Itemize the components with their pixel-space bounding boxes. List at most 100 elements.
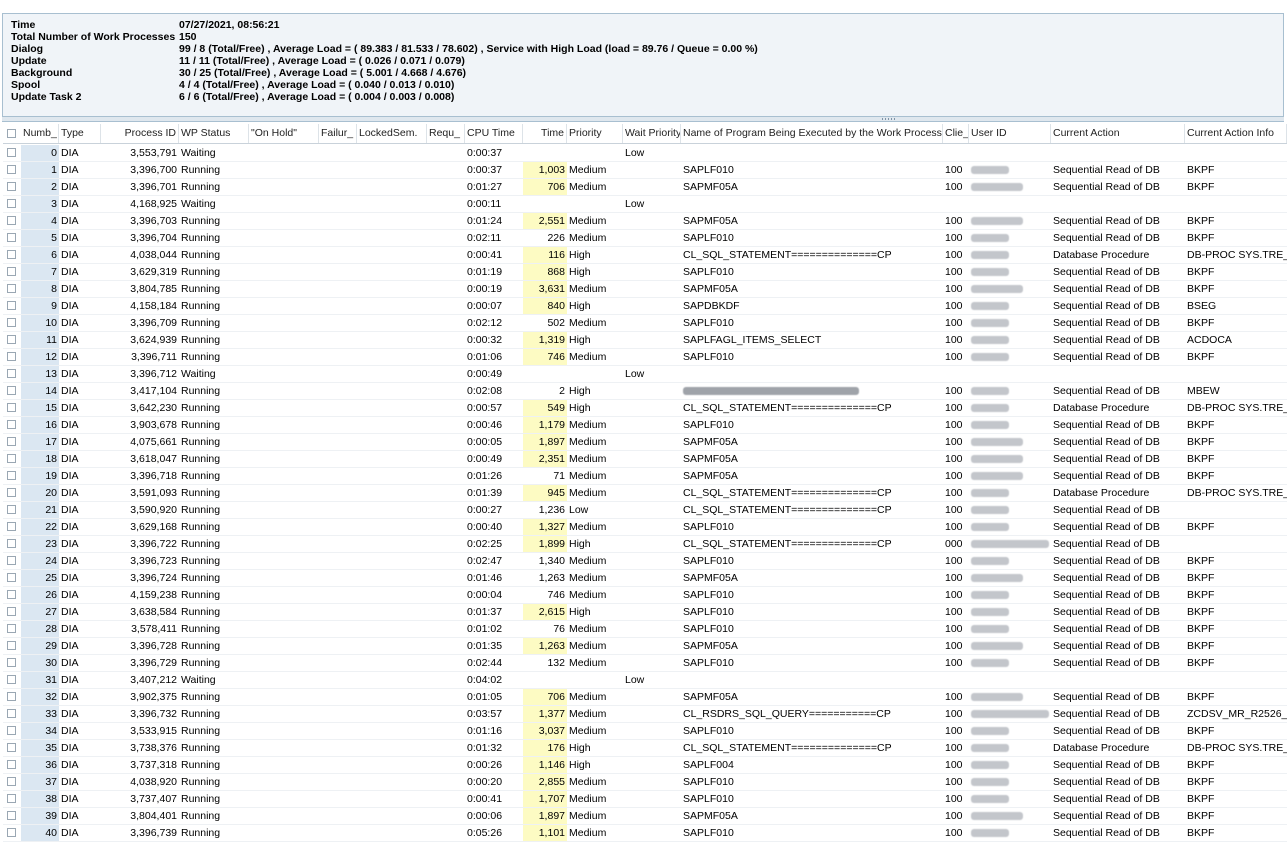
column-header-action[interactable]: Current Action xyxy=(1051,124,1185,143)
row-checkbox[interactable] xyxy=(7,658,16,667)
table-row[interactable]: 27 DIA 3,638,584 Running 0:01:37 2,615 High SAP… xyxy=(3,604,1287,621)
row-checkbox[interactable] xyxy=(7,743,16,752)
table-row[interactable]: 29 DIA 3,396,728 Running 0:01:35 1,263 Medium S… xyxy=(3,638,1287,655)
table-row[interactable]: 30 DIA 3,396,729 Running 0:02:44 132 Medium SAP… xyxy=(3,655,1287,672)
row-checkbox[interactable] xyxy=(7,233,16,242)
table-row[interactable]: 17 DIA 4,075,661 Running 0:00:05 1,897 Medium S… xyxy=(3,434,1287,451)
table-row[interactable]: 34 DIA 3,533,915 Running 0:01:16 3,037 Medium S… xyxy=(3,723,1287,740)
splitter-grip-icon[interactable] xyxy=(882,118,896,120)
column-header-prog[interactable]: Name of Program Being Executed by the Wo… xyxy=(681,124,943,143)
row-checkbox[interactable] xyxy=(7,607,16,616)
row-checkbox[interactable] xyxy=(7,250,16,259)
table-row[interactable]: 15 DIA 3,642,230 Running 0:00:57 549 High CL_SQ… xyxy=(3,400,1287,417)
row-checkbox[interactable] xyxy=(7,777,16,786)
table-row[interactable]: 0 DIA 3,553,791 Waiting 0:00:37 Low xyxy=(3,145,1287,162)
row-checkbox[interactable] xyxy=(7,216,16,225)
row-checkbox[interactable] xyxy=(7,590,16,599)
row-checkbox[interactable] xyxy=(7,352,16,361)
row-checkbox[interactable] xyxy=(7,828,16,837)
table-row[interactable]: 21 DIA 3,590,920 Running 0:00:27 1,236 Low CL_S… xyxy=(3,502,1287,519)
table-row[interactable]: 24 DIA 3,396,723 Running 0:02:47 1,340 Medium S… xyxy=(3,553,1287,570)
table-row[interactable]: 40 DIA 3,396,739 Running 0:05:26 1,101 Medium S… xyxy=(3,825,1287,842)
row-checkbox[interactable] xyxy=(7,420,16,429)
row-checkbox[interactable] xyxy=(7,318,16,327)
column-header-type[interactable]: Type xyxy=(59,124,101,143)
table-row[interactable]: 3 DIA 4,168,925 Waiting 0:00:11 Low xyxy=(3,196,1287,213)
table-row[interactable]: 25 DIA 3,396,724 Running 0:01:46 1,263 Medium S… xyxy=(3,570,1287,587)
row-checkbox[interactable] xyxy=(7,335,16,344)
row-checkbox[interactable] xyxy=(7,148,16,157)
row-checkbox[interactable] xyxy=(7,199,16,208)
panel-splitter[interactable] xyxy=(2,117,1284,122)
row-checkbox[interactable] xyxy=(7,505,16,514)
column-header-status[interactable]: WP Status xyxy=(179,124,249,143)
row-checkbox[interactable] xyxy=(7,641,16,650)
column-header-locked[interactable]: LockedSem. xyxy=(357,124,427,143)
table-row[interactable]: 13 DIA 3,396,712 Waiting 0:00:49 Low xyxy=(3,366,1287,383)
table-row[interactable]: 2 DIA 3,396,701 Running 0:01:27 706 Medium SAPM… xyxy=(3,179,1287,196)
column-header-time[interactable]: Time xyxy=(523,124,567,143)
row-checkbox[interactable] xyxy=(7,556,16,565)
row-checkbox[interactable] xyxy=(7,539,16,548)
column-header-wait[interactable]: Wait Priority xyxy=(623,124,681,143)
table-row[interactable]: 1 DIA 3,396,700 Running 0:00:37 1,003 Medium SA… xyxy=(3,162,1287,179)
row-checkbox[interactable] xyxy=(7,182,16,191)
row-checkbox[interactable] xyxy=(7,369,16,378)
select-all-checkbox[interactable] xyxy=(7,129,16,138)
table-row[interactable]: 19 DIA 3,396,718 Running 0:01:26 71 Medium SAPM… xyxy=(3,468,1287,485)
row-checkbox[interactable] xyxy=(7,522,16,531)
row-checkbox[interactable] xyxy=(7,165,16,174)
table-row[interactable]: 20 DIA 3,591,093 Running 0:01:39 945 Medium CL_… xyxy=(3,485,1287,502)
table-row[interactable]: 33 DIA 3,396,732 Running 0:03:57 1,377 Medium C… xyxy=(3,706,1287,723)
row-checkbox[interactable] xyxy=(7,811,16,820)
row-checkbox[interactable] xyxy=(7,301,16,310)
row-checkbox[interactable] xyxy=(7,692,16,701)
table-row[interactable]: 26 DIA 4,159,238 Running 0:00:04 746 Medium SAP… xyxy=(3,587,1287,604)
table-row[interactable]: 23 DIA 3,396,722 Running 0:02:25 1,899 High CL_… xyxy=(3,536,1287,553)
row-checkbox[interactable] xyxy=(7,403,16,412)
table-row[interactable]: 39 DIA 3,804,401 Running 0:00:06 1,897 Medium S… xyxy=(3,808,1287,825)
row-checkbox[interactable] xyxy=(7,437,16,446)
row-checkbox[interactable] xyxy=(7,675,16,684)
table-row[interactable]: 32 DIA 3,902,375 Running 0:01:05 706 Medium SAP… xyxy=(3,689,1287,706)
table-row[interactable]: 35 DIA 3,738,376 Running 0:01:32 176 High CL_SQ… xyxy=(3,740,1287,757)
table-row[interactable]: 10 DIA 3,396,709 Running 0:02:12 502 Medium SAP… xyxy=(3,315,1287,332)
table-row[interactable]: 4 DIA 3,396,703 Running 0:01:24 2,551 Medium SA… xyxy=(3,213,1287,230)
table-row[interactable]: 31 DIA 3,407,212 Waiting 0:04:02 Low xyxy=(3,672,1287,689)
row-checkbox[interactable] xyxy=(7,284,16,293)
row-checkbox[interactable] xyxy=(7,794,16,803)
row-checkbox[interactable] xyxy=(7,454,16,463)
column-header-hold[interactable]: "On Hold" xyxy=(249,124,319,143)
row-checkbox[interactable] xyxy=(7,573,16,582)
column-header-fail[interactable]: Failur_ xyxy=(319,124,357,143)
table-row[interactable]: 18 DIA 3,618,047 Running 0:00:49 2,351 Medium S… xyxy=(3,451,1287,468)
column-header-user[interactable]: User ID xyxy=(969,124,1051,143)
column-header-prio[interactable]: Priority xyxy=(567,124,623,143)
table-row[interactable]: 14 DIA 3,417,104 Running 0:02:08 2 High 100 Sequ… xyxy=(3,383,1287,400)
table-row[interactable]: 22 DIA 3,629,168 Running 0:00:40 1,327 Medium S… xyxy=(3,519,1287,536)
row-checkbox[interactable] xyxy=(7,760,16,769)
column-header-client[interactable]: Clie_ xyxy=(943,124,969,143)
table-row[interactable]: 37 DIA 4,038,920 Running 0:00:20 2,855 Medium S… xyxy=(3,774,1287,791)
table-row[interactable]: 5 DIA 3,396,704 Running 0:02:11 226 Medium SAPL… xyxy=(3,230,1287,247)
row-checkbox[interactable] xyxy=(7,709,16,718)
column-header-pid[interactable]: Process ID xyxy=(101,124,179,143)
column-header-num[interactable]: Numb_ xyxy=(21,124,59,143)
table-row[interactable]: 12 DIA 3,396,711 Running 0:01:06 746 Medium SAP… xyxy=(3,349,1287,366)
row-checkbox[interactable] xyxy=(7,488,16,497)
table-row[interactable]: 8 DIA 3,804,785 Running 0:00:19 3,631 Medium SA… xyxy=(3,281,1287,298)
table-row[interactable]: 6 DIA 4,038,044 Running 0:00:41 116 High CL_SQL… xyxy=(3,247,1287,264)
row-checkbox[interactable] xyxy=(7,386,16,395)
table-row[interactable]: 28 DIA 3,578,411 Running 0:01:02 76 Medium SAPL… xyxy=(3,621,1287,638)
column-header-req[interactable]: Requ_ xyxy=(427,124,465,143)
table-row[interactable]: 36 DIA 3,737,318 Running 0:00:26 1,146 High SAP… xyxy=(3,757,1287,774)
row-checkbox[interactable] xyxy=(7,624,16,633)
column-header-info[interactable]: Current Action Info xyxy=(1185,124,1287,143)
column-header-cpu[interactable]: CPU Time xyxy=(465,124,523,143)
table-row[interactable]: 16 DIA 3,903,678 Running 0:00:46 1,179 Medium S… xyxy=(3,417,1287,434)
table-row[interactable]: 9 DIA 4,158,184 Running 0:00:07 840 High SAPDBK… xyxy=(3,298,1287,315)
table-row[interactable]: 7 DIA 3,629,319 Running 0:01:19 868 High SAPLF0… xyxy=(3,264,1287,281)
table-row[interactable]: 11 DIA 3,624,939 Running 0:00:32 1,319 High SAP… xyxy=(3,332,1287,349)
table-row[interactable]: 38 DIA 3,737,407 Running 0:00:41 1,707 Medium S… xyxy=(3,791,1287,808)
row-checkbox[interactable] xyxy=(7,726,16,735)
